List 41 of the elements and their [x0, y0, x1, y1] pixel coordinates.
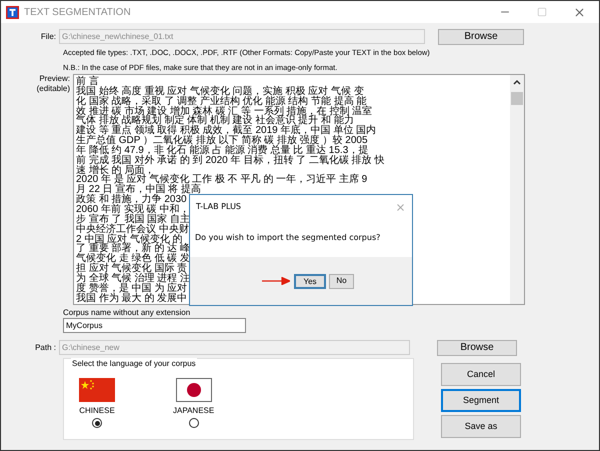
preview-line: 化 国家 战略，采取 了 调整 产业结构 优化 能源 结构 节能 提高 能 — [76, 96, 367, 107]
action-button[interactable]: Segment — [441, 389, 521, 412]
language-label: CHINESE — [79, 405, 115, 417]
preview-line: 前 完成 我国 对外 承诺 的 到 2020 年 目标，扭转 了 二氧化碳 排放 快 — [76, 156, 384, 166]
scrollbar[interactable] — [510, 75, 524, 304]
file-label: File: — [40, 30, 57, 42]
preview-line: 2060 年前 实现 碳 中和， — [76, 204, 190, 215]
preview-line: 政策 和 措施，力争 2030 — [76, 195, 187, 205]
language-label: JAPANESE — [173, 405, 214, 417]
preview-line: 我国 始终 高度 重视 应对 气候变化 问题，实施 积极 应对 气候 变 — [76, 86, 364, 97]
preview-line: 生产总值 GDP ）二氧化碳 排放 以下 简称 碳 排放 强度 ）较 2005 — [76, 136, 368, 146]
preview-line: 年 降低 约 47.9，非 化石 能源 占 能源 消费 总量 比 重达 15.3，提 — [76, 146, 368, 156]
dialog-button[interactable]: No — [329, 274, 354, 288]
preview-line: 中央经济工作会议 中央财 — [76, 224, 189, 234]
corpus-name-label: Corpus name without any extension — [63, 307, 192, 318]
radio-button[interactable] — [188, 418, 199, 428]
preview-sublabel: (editable) — [36, 84, 70, 94]
action-button[interactable]: Save as — [441, 415, 521, 438]
radio-button[interactable] — [92, 418, 102, 428]
preview-line: 为 全球 气候 治理 进程 注 — [76, 274, 190, 284]
dialog-title: T-LAB PLUS — [196, 201, 241, 213]
flag-icon — [79, 378, 115, 402]
preview-line: 前 言 — [76, 77, 99, 87]
path-label: Path : — [34, 342, 57, 354]
close-icon[interactable] — [573, 6, 586, 18]
flag-icon — [176, 378, 212, 402]
dialog-message: Do you wish to import the segmented corpus? — [195, 232, 380, 244]
browse-button[interactable]: Browse — [437, 340, 517, 356]
preview-line: 担 应对 气候变化 国际 责 — [76, 264, 188, 274]
app-logo-icon — [6, 6, 19, 18]
preview-line: 我国 作为 最大 的 发展中 — [76, 294, 188, 304]
group-title: Select the language of your corpus — [71, 358, 197, 370]
preview-line: 步 宣布 了 我国 国家 自主 — [76, 214, 190, 225]
window-title: TEXT SEGMENTATION — [24, 6, 131, 20]
browse-button[interactable]: Browse — [438, 28, 524, 44]
pointer-arrow-icon — [262, 277, 290, 285]
dialog-button[interactable]: Yes — [294, 274, 326, 288]
action-button[interactable]: Cancel — [441, 363, 521, 386]
preview-label: Preview: — [39, 74, 70, 84]
corpus-name-field[interactable]: MyCorpus — [63, 318, 246, 333]
preview-line: 度 赞誉，是 中国 为 应对 — [76, 284, 188, 294]
